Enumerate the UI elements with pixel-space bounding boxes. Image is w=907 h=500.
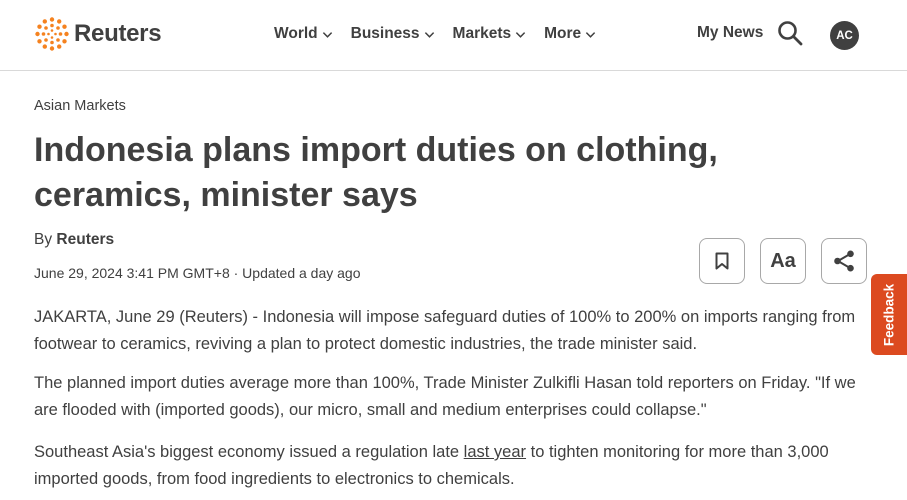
- bookmark-icon: [715, 252, 729, 270]
- nav-item-more[interactable]: More: [544, 22, 596, 46]
- last-year-link[interactable]: last year: [464, 443, 526, 461]
- site-header: Reuters World Business Markets More My N…: [0, 0, 907, 71]
- text-size-label: Aa: [770, 249, 796, 272]
- byline: By Reuters: [34, 231, 114, 249]
- brand-name: Reuters: [74, 20, 162, 47]
- chevron-down-icon: [515, 31, 526, 38]
- user-avatar[interactable]: AC: [830, 21, 859, 50]
- feedback-tab[interactable]: Feedback: [871, 274, 907, 355]
- article-paragraph: JAKARTA, June 29 (Reuters) - Indonesia w…: [34, 308, 856, 353]
- reuters-logo-icon: [35, 17, 69, 51]
- main-nav: World Business Markets More: [274, 22, 614, 46]
- nav-label: Markets: [452, 25, 512, 42]
- publish-date: June 29, 2024 3:41 PM GMT+8 · Updated a …: [34, 265, 361, 281]
- feedback-label: Feedback: [881, 283, 897, 346]
- search-icon[interactable]: [777, 20, 803, 46]
- chevron-down-icon: [424, 31, 434, 38]
- article-paragraph: Southeast Asia's biggest economy issued …: [34, 439, 874, 493]
- my-news-link[interactable]: My News: [697, 24, 763, 42]
- byline-prefix: By: [34, 231, 53, 248]
- nav-item-business[interactable]: Business: [351, 22, 435, 46]
- share-icon: [834, 250, 854, 272]
- article-paragraph: The planned import duties average more t…: [34, 374, 856, 419]
- bookmark-button[interactable]: [699, 238, 745, 284]
- nav-item-world[interactable]: World: [274, 22, 333, 46]
- nav-item-markets[interactable]: Markets: [453, 22, 527, 46]
- paragraph-text: Southeast Asia's biggest economy issued …: [34, 443, 464, 461]
- text-size-button[interactable]: Aa: [760, 238, 806, 284]
- reuters-logo[interactable]: Reuters: [34, 16, 162, 52]
- section-label[interactable]: Asian Markets: [34, 98, 126, 114]
- nav-label: World: [274, 25, 318, 42]
- author-link[interactable]: Reuters: [56, 231, 114, 248]
- chevron-down-icon: [586, 31, 596, 38]
- share-button[interactable]: [821, 238, 867, 284]
- nav-label: More: [544, 25, 582, 42]
- article-title: Indonesia plans import duties on clothin…: [34, 131, 718, 214]
- chevron-down-icon: [322, 31, 332, 38]
- nav-label: Business: [350, 25, 420, 42]
